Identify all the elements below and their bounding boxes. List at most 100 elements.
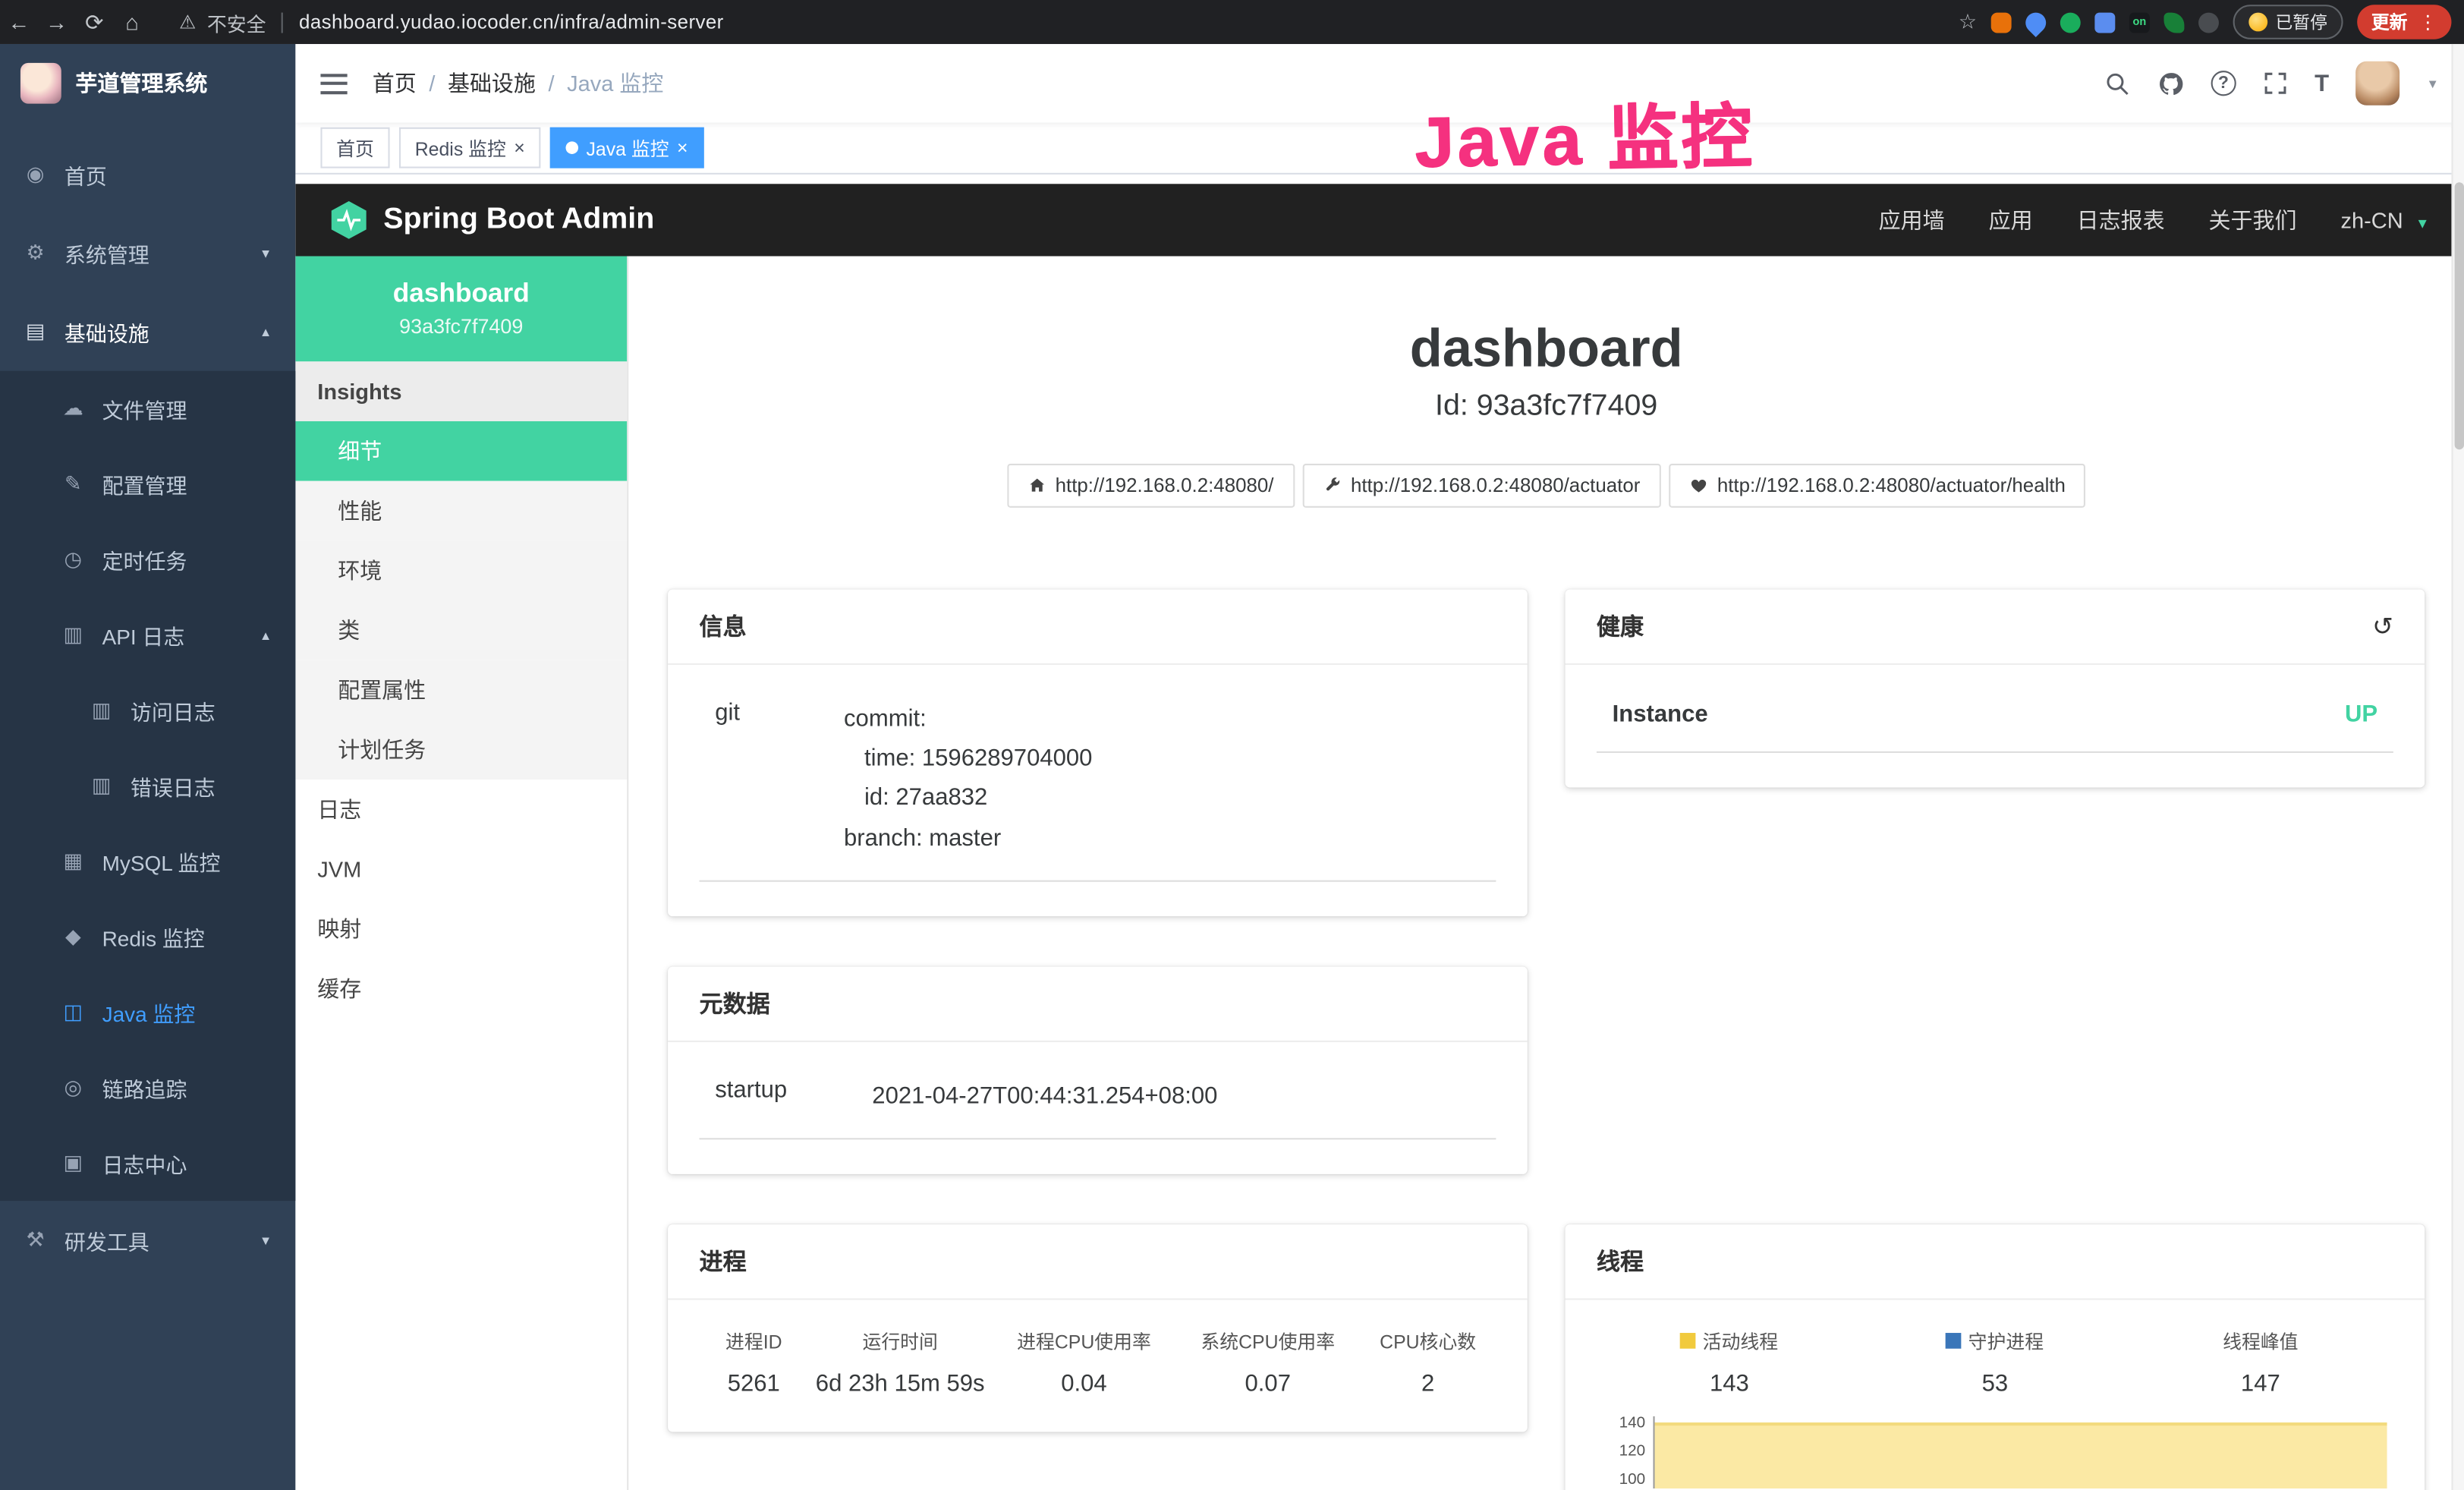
legend-swatch-daemon bbox=[1946, 1334, 1962, 1350]
sba-side-environment[interactable]: 环境 bbox=[295, 540, 627, 600]
extension-icon[interactable]: on bbox=[2129, 12, 2150, 33]
font-size-icon[interactable]: T bbox=[2315, 70, 2329, 96]
sidebar-item-tracing[interactable]: ◎ 链路追踪 bbox=[0, 1050, 295, 1125]
service-url-button[interactable]: http://192.168.0.2:48080/ bbox=[1006, 464, 1294, 508]
sba-brand[interactable]: Spring Boot Admin bbox=[330, 200, 654, 241]
bookmark-star-icon[interactable]: ☆ bbox=[1959, 9, 1977, 34]
browser-reload-button[interactable]: ⟳ bbox=[75, 8, 113, 35]
metadata-startup-row: startup 2021-04-27T00:44:31.254+08:00 bbox=[700, 1054, 1496, 1139]
sidebar-item-mysql-monitor[interactable]: ▦ MySQL 监控 bbox=[0, 824, 295, 899]
close-icon[interactable]: × bbox=[677, 138, 688, 157]
page-scrollbar[interactable] bbox=[2451, 44, 2464, 1490]
sba-side-configprops[interactable]: 配置属性 bbox=[295, 660, 627, 720]
sidebar-item-scheduled-jobs[interactable]: ◷ 定时任务 bbox=[0, 522, 295, 597]
sidebar-item-access-log[interactable]: ▥ 访问日志 bbox=[0, 673, 295, 748]
extension-icon[interactable] bbox=[2198, 12, 2219, 33]
tag-home[interactable]: 首页 bbox=[320, 128, 389, 169]
sba-locale-select[interactable]: zh-CN ▼ bbox=[2340, 207, 2429, 232]
browser-update-button[interactable]: 更新 ⋮ bbox=[2357, 5, 2451, 39]
sidebar-item-label: Redis 监控 bbox=[102, 921, 205, 952]
sidebar-item-config-manage[interactable]: ✎ 配置管理 bbox=[0, 446, 295, 521]
sba-side-details[interactable]: 细节 bbox=[295, 421, 627, 481]
breadcrumb-infra[interactable]: 基础设施 bbox=[448, 68, 536, 99]
sidebar-item-home[interactable]: ◉ 首页 bbox=[0, 135, 295, 214]
info-card: 信息 git commit: time: 1596289704000 id: 2… bbox=[668, 590, 1528, 916]
extension-icon[interactable] bbox=[2022, 8, 2050, 36]
sidebar-item-api-log[interactable]: ▥ API 日志 ▲ bbox=[0, 597, 295, 673]
close-icon[interactable]: × bbox=[514, 138, 525, 157]
annotation-overlay: Java 监控 bbox=[1414, 79, 1756, 187]
tags-view-bar: 首页 Redis 监控 × Java 监控 × bbox=[295, 123, 2464, 175]
chevron-up-icon: ▲ bbox=[260, 628, 272, 642]
sba-side-mappings[interactable]: 映射 bbox=[295, 899, 627, 959]
browser-back-button[interactable]: ← bbox=[0, 9, 38, 34]
process-col-header: 系统CPU使用率 bbox=[1176, 1328, 1360, 1371]
threads-peak-value: 147 bbox=[2128, 1371, 2393, 1397]
browser-forward-button[interactable]: → bbox=[38, 9, 76, 34]
github-icon[interactable] bbox=[2157, 70, 2184, 96]
profile-paused-badge[interactable]: 已暂停 bbox=[2233, 5, 2343, 39]
tag-redis-monitor[interactable]: Redis 监控 × bbox=[399, 128, 540, 169]
sidebar-item-log-center[interactable]: ▣ 日志中心 bbox=[0, 1126, 295, 1201]
sidebar-item-error-log[interactable]: ▥ 错误日志 bbox=[0, 748, 295, 824]
sba-nav-applications[interactable]: 应用 bbox=[1989, 204, 2033, 235]
address-bar[interactable]: ⚠ 不安全 dashboard.yudao.iocoder.cn/infra/a… bbox=[179, 7, 724, 36]
metadata-key: startup bbox=[715, 1076, 872, 1116]
breadcrumb: 首页 / 基础设施 / Java 监控 bbox=[373, 68, 664, 99]
sba-section-insights: Insights bbox=[295, 361, 627, 421]
browser-home-button[interactable]: ⌂ bbox=[113, 9, 151, 34]
card-title: 健康 bbox=[1597, 610, 1644, 642]
sba-nav-journal[interactable]: 日志报表 bbox=[2077, 204, 2165, 235]
threads-col-label: 线程峰值 bbox=[2223, 1328, 2298, 1355]
sidebar-item-java-monitor[interactable]: ◫ Java 监控 bbox=[0, 975, 295, 1050]
extension-icon[interactable] bbox=[1991, 12, 2012, 33]
sba-navbar: Spring Boot Admin 应用墙 应用 日志报表 关于我们 zh-CN… bbox=[295, 184, 2464, 256]
user-avatar[interactable] bbox=[2355, 61, 2399, 106]
instance-title: dashboard bbox=[668, 319, 2425, 380]
sba-side-jvm[interactable]: JVM bbox=[295, 840, 627, 899]
extension-icon[interactable] bbox=[2163, 12, 2184, 33]
extension-icon[interactable] bbox=[2060, 12, 2081, 33]
sidebar-item-label: 链路追踪 bbox=[102, 1072, 187, 1103]
sidebar-item-label: 定时任务 bbox=[102, 543, 187, 575]
admin-sidebar: 芋道管理系统 ◉ 首页 ⚙ 系统管理 ▼ ▤ 基础设施 ▲ ☁ 文件管理 bbox=[0, 44, 295, 1490]
sba-side-metrics[interactable]: 性能 bbox=[295, 481, 627, 541]
sidebar-item-redis-monitor[interactable]: ◆ Redis 监控 bbox=[0, 899, 295, 974]
actuator-url-button[interactable]: http://192.168.0.2:48080/actuator bbox=[1302, 464, 1661, 508]
sidebar-toggle-icon[interactable] bbox=[320, 73, 347, 93]
sidebar-item-label: 研发工具 bbox=[65, 1224, 149, 1255]
app-logo[interactable]: 芋道管理系统 bbox=[0, 44, 295, 123]
tag-label: 首页 bbox=[336, 134, 374, 161]
browser-menu-icon[interactable]: ⋮ bbox=[2418, 11, 2437, 33]
spring-boot-admin-frame: Spring Boot Admin 应用墙 应用 日志报表 关于我们 zh-CN… bbox=[295, 175, 2464, 1490]
scrollbar-thumb[interactable] bbox=[2455, 182, 2464, 449]
tag-java-monitor[interactable]: Java 监控 × bbox=[550, 128, 703, 169]
sidebar-item-label: 日志中心 bbox=[102, 1148, 187, 1179]
process-card-header: 进程 bbox=[668, 1224, 1528, 1299]
instance-links: http://192.168.0.2:48080/ http://192.168… bbox=[668, 464, 2425, 508]
sidebar-item-file-manage[interactable]: ☁ 文件管理 bbox=[0, 371, 295, 446]
sba-nav-wallboard[interactable]: 应用墙 bbox=[1879, 204, 1945, 235]
sba-nav-about[interactable]: 关于我们 bbox=[2209, 204, 2297, 235]
avatar-caret-icon[interactable]: ▼ bbox=[2426, 76, 2438, 90]
sidebar-item-label: 访问日志 bbox=[131, 695, 216, 726]
breadcrumb-home[interactable]: 首页 bbox=[373, 68, 417, 99]
extension-icon[interactable] bbox=[2094, 12, 2115, 33]
paused-label: 已暂停 bbox=[2276, 9, 2327, 34]
health-url-button[interactable]: http://192.168.0.2:48080/actuator/health bbox=[1669, 464, 2086, 508]
fullscreen-icon[interactable] bbox=[2263, 71, 2288, 96]
sidebar-item-infra[interactable]: ▤ 基础设施 ▲ bbox=[0, 292, 295, 371]
sidebar-item-dev-tools[interactable]: ⚒ 研发工具 ▼ bbox=[0, 1201, 295, 1280]
sba-side-scheduled-tasks[interactable]: 计划任务 bbox=[295, 720, 627, 780]
sba-instance-header[interactable]: dashboard 93a3fc7f7409 bbox=[295, 257, 627, 362]
health-instance-row[interactable]: Instance UP bbox=[1597, 678, 2393, 753]
threads-col-label: 守护进程 bbox=[1968, 1328, 2044, 1355]
heartbeat-icon bbox=[1689, 476, 1708, 495]
sba-side-logs[interactable]: 日志 bbox=[295, 780, 627, 840]
search-icon[interactable] bbox=[2104, 70, 2131, 96]
sidebar-item-system[interactable]: ⚙ 系统管理 ▼ bbox=[0, 214, 295, 293]
sba-side-caches[interactable]: 缓存 bbox=[295, 959, 627, 1019]
sba-side-classes[interactable]: 类 bbox=[295, 600, 627, 660]
history-icon[interactable]: ↺ bbox=[2372, 611, 2393, 642]
docs-help-icon[interactable]: ? bbox=[2211, 71, 2236, 96]
